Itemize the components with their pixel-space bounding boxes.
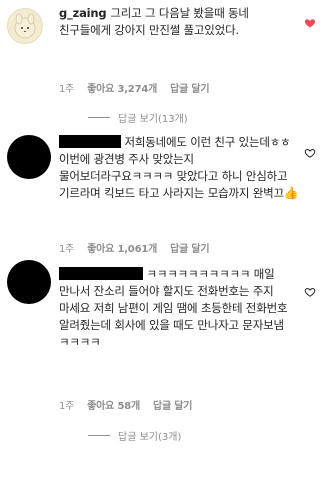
heart-icon[interactable] <box>304 17 316 29</box>
comment-likes[interactable]: 좋아요 1,061개 <box>87 240 157 255</box>
comment-time: 1주 <box>59 244 75 255</box>
avatar[interactable] <box>7 8 43 44</box>
comment-likes[interactable]: 좋아요 58개 <box>87 397 140 412</box>
avatar[interactable] <box>7 260 51 304</box>
view-replies-button[interactable]: 답글 보기(3개) <box>88 428 181 443</box>
view-replies-label: 답글 보기(3개) <box>118 432 182 443</box>
comment-meta: 1주 좋아요 1,061개 답글 달기 <box>59 240 210 255</box>
view-replies-button[interactable]: 답글 보기(13개) <box>88 110 188 125</box>
reply-button[interactable]: 답글 달기 <box>153 397 192 412</box>
comment-meta: 1주 좋아요 3,274개 답글 달기 <box>59 80 210 95</box>
replies-divider <box>88 117 110 118</box>
redacted-username[interactable] <box>59 267 143 280</box>
heart-icon[interactable] <box>304 147 316 159</box>
heart-icon[interactable] <box>304 286 316 298</box>
thumbs-up-emoji: 👍 <box>283 186 299 200</box>
comment-text: ㅋㅋㅋㅋㅋㅋㅋㅋㅋㅋ 매일 만나서 잔소리 들어야 할지도 전화번호는 주지 마… <box>59 266 301 351</box>
comment-username[interactable]: g_zaing <box>59 6 107 20</box>
reply-button[interactable]: 답글 달기 <box>170 80 209 95</box>
comment-3: ㅋㅋㅋㅋㅋㅋㅋㅋㅋㅋ 매일 만나서 잔소리 들어야 할지도 전화번호는 주지 마… <box>0 260 324 484</box>
comment-meta: 1주 좋아요 58개 답글 달기 <box>59 397 192 412</box>
view-replies-label: 답글 보기(13개) <box>118 114 188 125</box>
comment-time: 1주 <box>59 401 75 412</box>
comment-time: 1주 <box>59 84 75 95</box>
comment-text: 저희동네에도 이런 친구 있는데ㅎㅎ 이번에 광견병 주사 맞았는지 물어보더라… <box>59 134 299 202</box>
avatar-character-icon <box>14 13 36 39</box>
comment-1: g_zaing 그리고 그 다음날 봤을때 동네 친구들에게 강아지 만진썰 풀고… <box>0 0 324 125</box>
reply-button[interactable]: 답글 달기 <box>170 240 209 255</box>
comment-likes[interactable]: 좋아요 3,274개 <box>87 80 157 95</box>
comment-2: 저희동네에도 이런 친구 있는데ㅎㅎ 이번에 광견병 주사 맞았는지 물어보더라… <box>0 125 324 260</box>
avatar[interactable] <box>7 135 51 179</box>
replies-divider <box>88 435 110 436</box>
redacted-username[interactable] <box>59 135 121 148</box>
comment-text: g_zaing 그리고 그 다음날 봤을때 동네 친구들에게 강아지 만진썰 풀고… <box>59 5 299 39</box>
